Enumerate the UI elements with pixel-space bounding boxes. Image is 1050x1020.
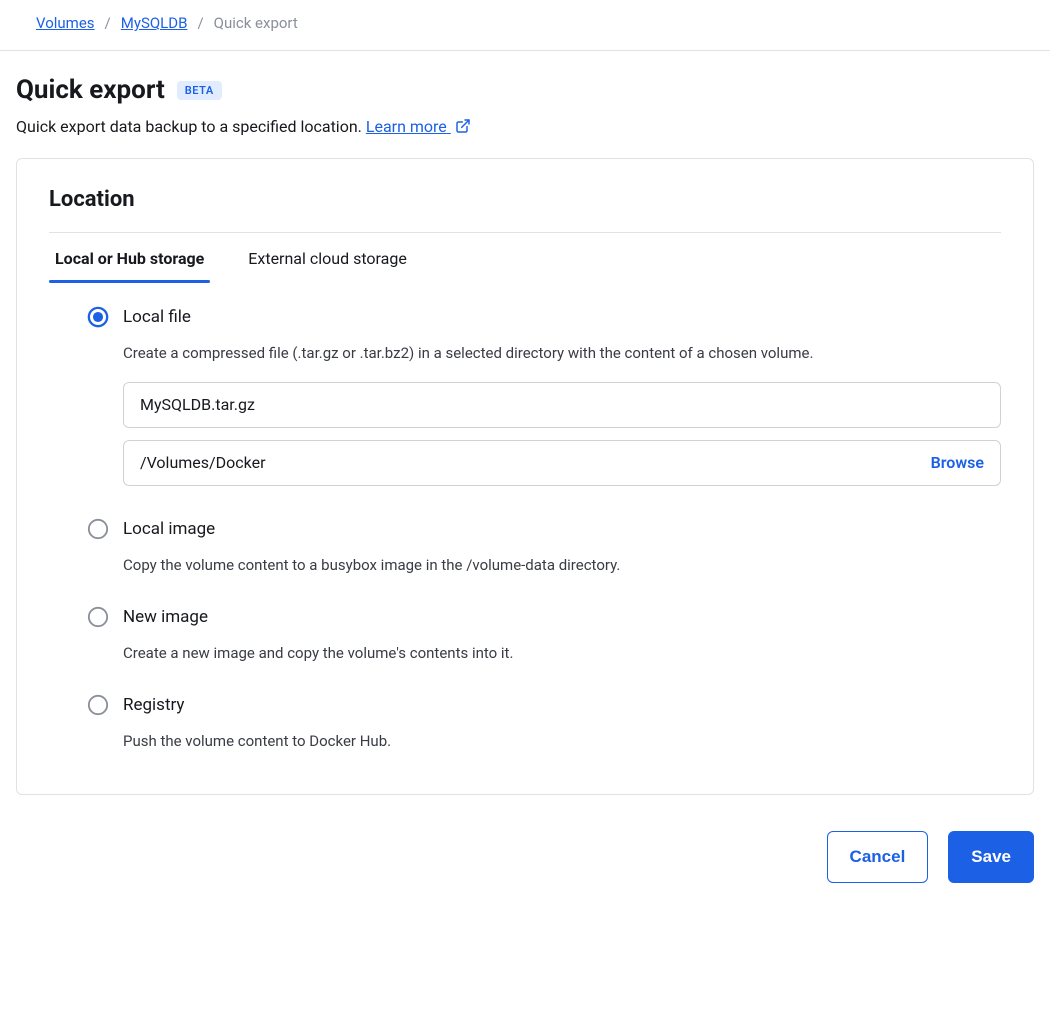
option-description: Create a new image and copy the volume's… bbox=[87, 628, 1001, 662]
radio-unselected-icon bbox=[87, 518, 109, 540]
learn-more-label: Learn more bbox=[366, 117, 447, 136]
radio-unselected-icon bbox=[87, 606, 109, 628]
footer-actions: Cancel Save bbox=[0, 811, 1050, 899]
option-label: Local image bbox=[123, 519, 215, 539]
location-title: Location bbox=[49, 187, 1001, 212]
cancel-button[interactable]: Cancel bbox=[827, 831, 929, 883]
beta-badge: BETA bbox=[177, 81, 222, 100]
browse-button[interactable]: Browse bbox=[931, 453, 984, 472]
subtitle-text: Quick export data backup to a specified … bbox=[16, 117, 366, 136]
breadcrumb-volumes-link[interactable]: Volumes bbox=[36, 14, 95, 32]
option-description: Copy the volume content to a busybox ima… bbox=[87, 540, 1001, 574]
option-registry: Registry Push the volume content to Dock… bbox=[87, 694, 1001, 750]
radio-unselected-icon bbox=[87, 694, 109, 716]
page-subtitle: Quick export data backup to a specified … bbox=[16, 117, 1034, 138]
breadcrumb-separator: / bbox=[197, 14, 203, 32]
tab-external-cloud-storage[interactable]: External cloud storage bbox=[242, 239, 413, 282]
radio-selected-icon bbox=[87, 306, 109, 328]
filename-value: MySQLDB.tar.gz bbox=[140, 395, 255, 414]
option-new-image: New image Create a new image and copy th… bbox=[87, 606, 1001, 662]
option-local-file: Local file Create a compressed file (.ta… bbox=[87, 306, 1001, 486]
option-label: Local file bbox=[123, 307, 191, 327]
breadcrumb-current: Quick export bbox=[214, 14, 298, 32]
external-link-icon bbox=[455, 118, 471, 138]
option-description: Push the volume content to Docker Hub. bbox=[87, 716, 1001, 750]
breadcrumb: Volumes / MySQLDB / Quick export bbox=[0, 0, 1050, 51]
path-input[interactable]: /Volumes/Docker Browse bbox=[123, 440, 1001, 486]
tab-local-hub-storage[interactable]: Local or Hub storage bbox=[49, 239, 210, 282]
learn-more-link[interactable]: Learn more bbox=[366, 117, 471, 136]
option-label: New image bbox=[123, 607, 208, 627]
location-card: Location Local or Hub storage External c… bbox=[16, 158, 1034, 795]
option-local-image: Local image Copy the volume content to a… bbox=[87, 518, 1001, 574]
breadcrumb-db-link[interactable]: MySQLDB bbox=[121, 14, 188, 32]
filename-input[interactable]: MySQLDB.tar.gz bbox=[123, 382, 1001, 428]
radio-local-image[interactable]: Local image bbox=[87, 518, 1001, 540]
page-title: Quick export bbox=[16, 75, 165, 105]
save-button[interactable]: Save bbox=[948, 831, 1034, 883]
path-value: /Volumes/Docker bbox=[140, 453, 266, 472]
option-description: Create a compressed file (.tar.gz or .ta… bbox=[87, 328, 1001, 362]
radio-local-file[interactable]: Local file bbox=[87, 306, 1001, 328]
radio-new-image[interactable]: New image bbox=[87, 606, 1001, 628]
breadcrumb-separator: / bbox=[105, 14, 111, 32]
radio-registry[interactable]: Registry bbox=[87, 694, 1001, 716]
option-label: Registry bbox=[123, 695, 184, 715]
storage-tabs: Local or Hub storage External cloud stor… bbox=[49, 233, 1001, 282]
